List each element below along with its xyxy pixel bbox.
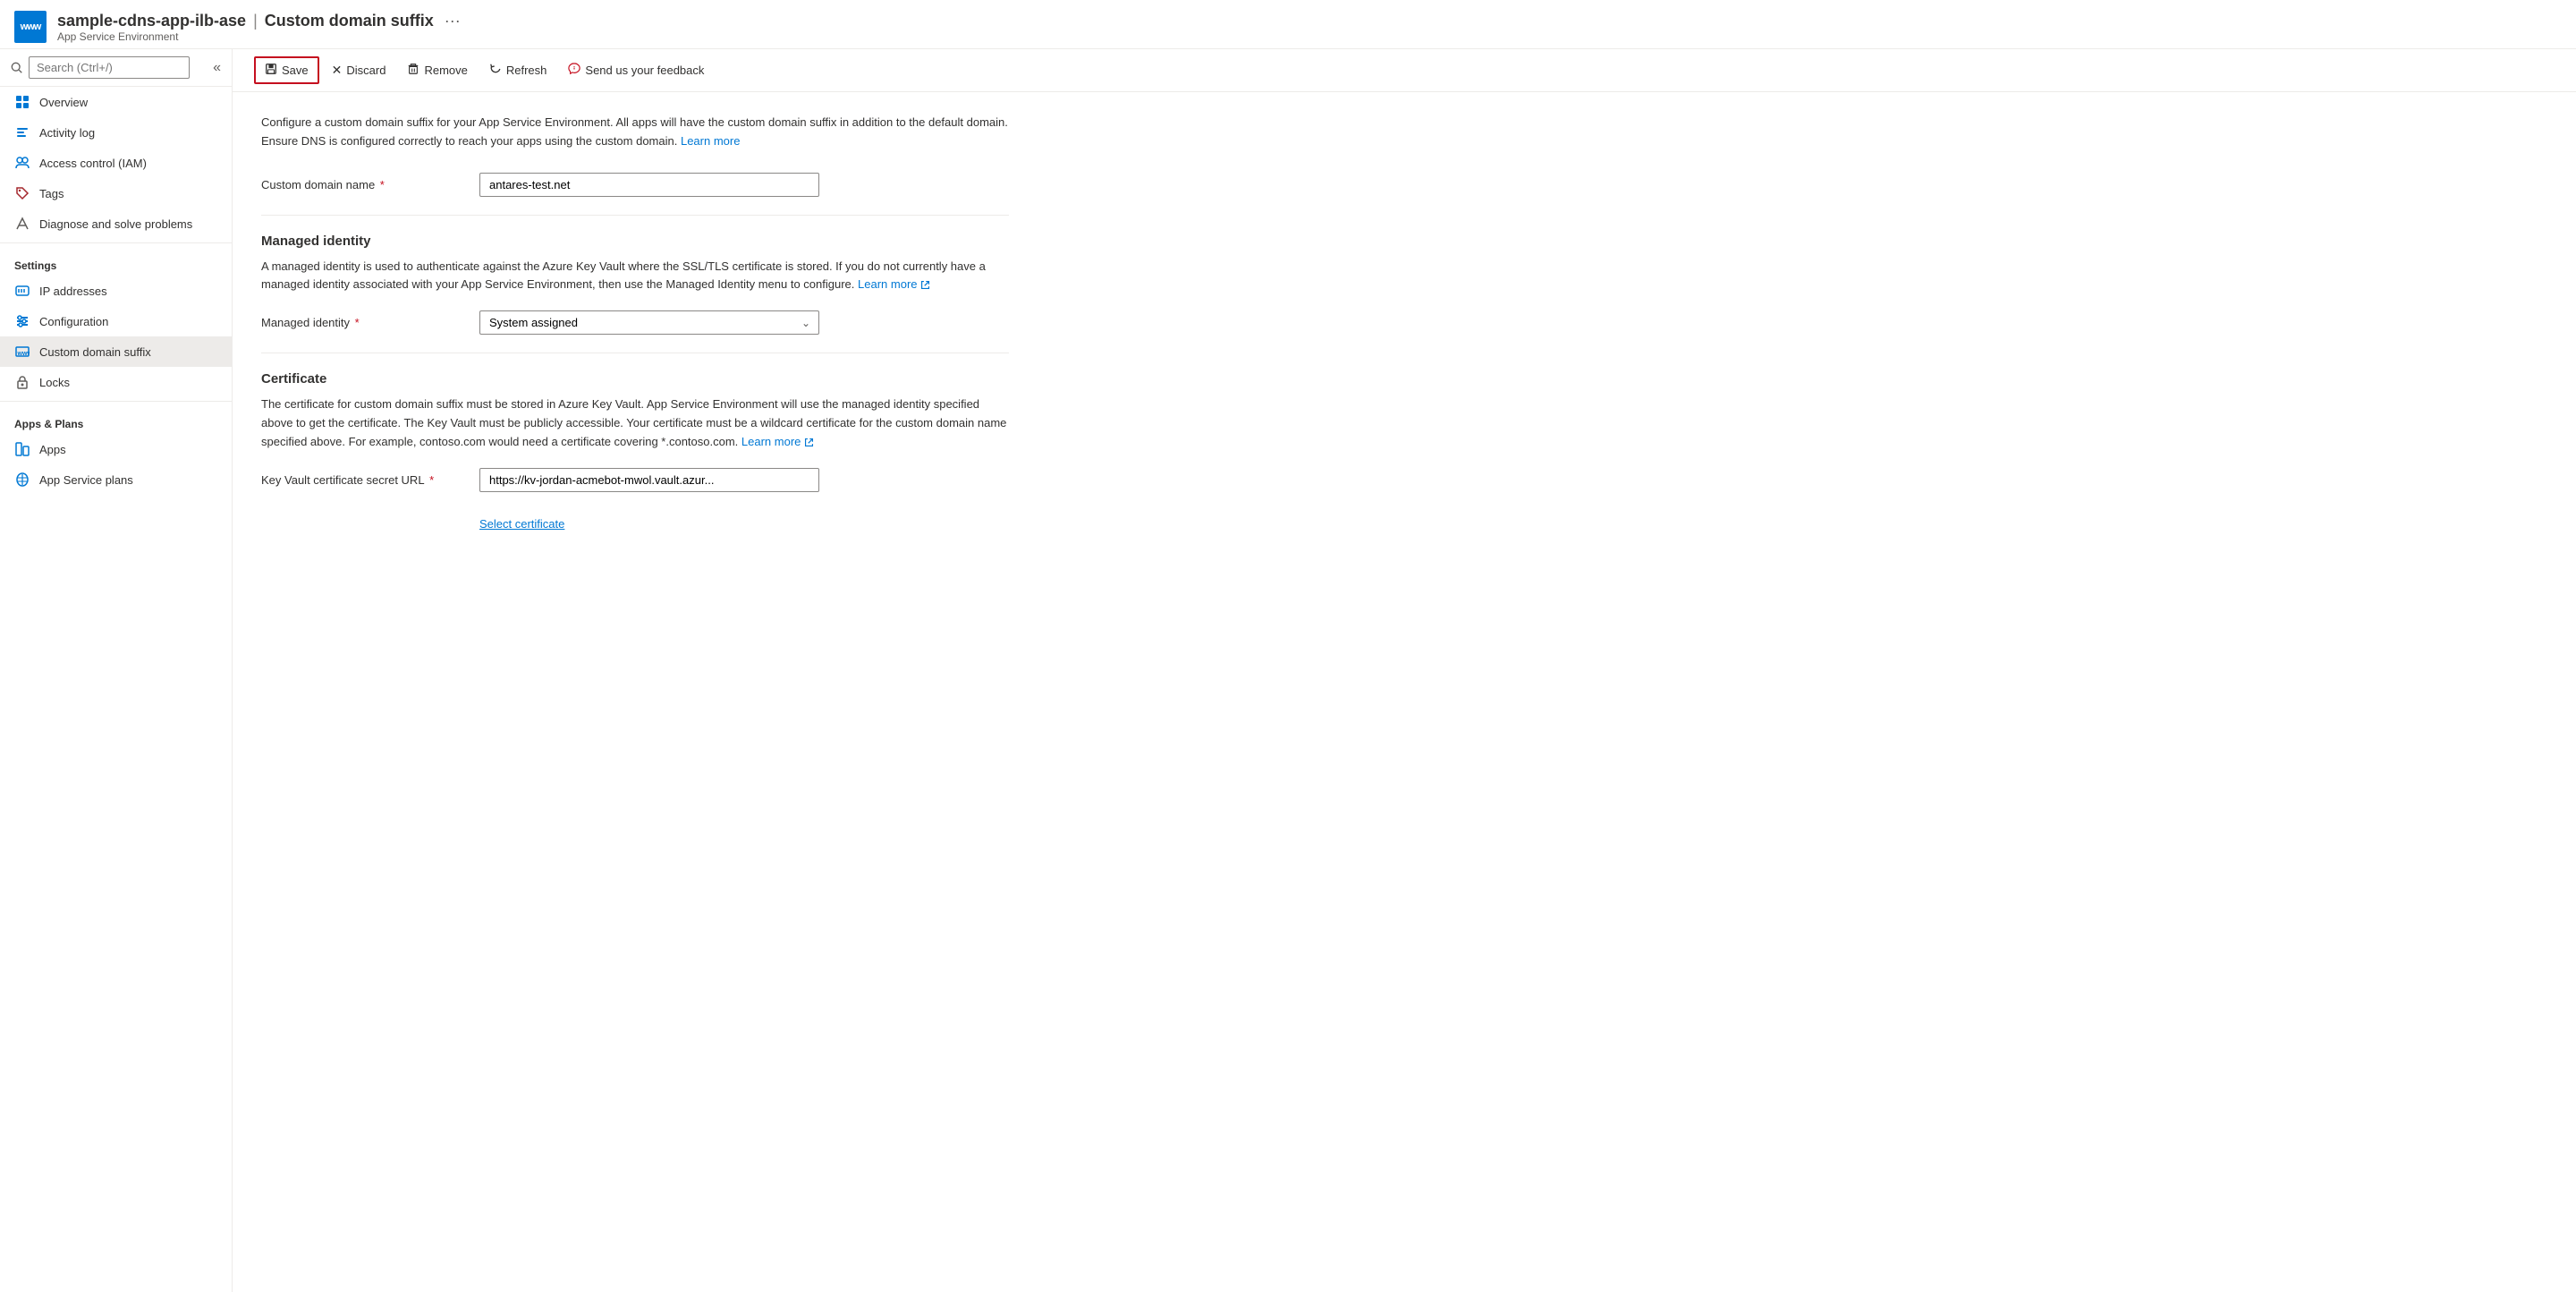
- managed-identity-select-wrapper: System assigned User assigned ⌄: [479, 310, 819, 335]
- key-vault-url-row: Key Vault certificate secret URL *: [261, 468, 1009, 492]
- access-control-icon: [14, 155, 30, 171]
- settings-divider: [0, 242, 232, 243]
- resource-name: sample-cdns-app-ilb-ase: [57, 12, 246, 30]
- sidebar-item-label: Overview: [39, 96, 88, 109]
- certificate-description: The certificate for custom domain suffix…: [261, 395, 1009, 451]
- custom-domain-name-label: Custom domain name *: [261, 178, 458, 191]
- sidebar-item-label: Access control (IAM): [39, 157, 147, 170]
- configuration-icon: [14, 313, 30, 329]
- sidebar-item-tags[interactable]: Tags: [0, 178, 232, 208]
- sidebar-item-activity-log[interactable]: Activity log: [0, 117, 232, 148]
- select-certificate-link[interactable]: Select certificate: [479, 517, 564, 531]
- search-box: «: [0, 49, 232, 87]
- sidebar-item-label: Tags: [39, 187, 64, 200]
- managed-identity-label: Managed identity *: [261, 316, 458, 329]
- section-divider-1: [261, 215, 1009, 216]
- custom-domain-icon: www: [14, 344, 30, 360]
- header-ellipsis[interactable]: ···: [445, 12, 461, 30]
- sidebar: « Overview Activity log Access control (…: [0, 49, 233, 1292]
- sidebar-item-apps[interactable]: Apps: [0, 434, 232, 464]
- sidebar-item-app-service-plans[interactable]: App Service plans: [0, 464, 232, 495]
- managed-identity-row: Managed identity * System assigned User …: [261, 310, 1009, 335]
- search-icon: [11, 62, 23, 74]
- remove-label: Remove: [424, 64, 467, 77]
- toolbar: Save ✕ Discard Remove Refresh: [233, 49, 2576, 92]
- sidebar-item-label: Activity log: [39, 126, 95, 140]
- feedback-button[interactable]: Send us your feedback: [559, 58, 713, 82]
- tags-icon: [14, 185, 30, 201]
- key-vault-url-label: Key Vault certificate secret URL *: [261, 473, 458, 487]
- header-subtitle: App Service Environment: [57, 30, 461, 43]
- sidebar-item-label: Custom domain suffix: [39, 345, 151, 359]
- apps-plans-divider: [0, 401, 232, 402]
- refresh-label: Refresh: [506, 64, 547, 77]
- locks-icon: [14, 374, 30, 390]
- refresh-icon: [489, 63, 502, 78]
- header-separator: |: [253, 12, 258, 30]
- managed-identity-description: A managed identity is used to authentica…: [261, 258, 1009, 295]
- apps-icon: [14, 441, 30, 457]
- sidebar-item-configuration[interactable]: Configuration: [0, 306, 232, 336]
- sidebar-item-locks[interactable]: Locks: [0, 367, 232, 397]
- certificate-section-title: Certificate: [261, 371, 1009, 387]
- sidebar-item-diagnose[interactable]: Diagnose and solve problems: [0, 208, 232, 239]
- feedback-icon: [568, 63, 580, 78]
- remove-button[interactable]: Remove: [398, 58, 476, 82]
- content-body: Configure a custom domain suffix for you…: [233, 92, 1038, 552]
- discard-label: Discard: [346, 64, 386, 77]
- sidebar-item-access-control[interactable]: Access control (IAM): [0, 148, 232, 178]
- feedback-label: Send us your feedback: [585, 64, 704, 77]
- discard-icon: ✕: [332, 63, 343, 78]
- discard-button[interactable]: ✕ Discard: [323, 58, 395, 82]
- custom-domain-name-row: Custom domain name *: [261, 173, 1009, 197]
- page-header: www sample-cdns-app-ilb-ase | Custom dom…: [0, 0, 2576, 49]
- sidebar-item-label: Locks: [39, 376, 70, 389]
- sidebar-item-custom-domain-suffix[interactable]: www Custom domain suffix: [0, 336, 232, 367]
- save-label: Save: [282, 64, 309, 77]
- search-input[interactable]: [29, 56, 190, 79]
- required-indicator: *: [427, 473, 435, 487]
- key-vault-url-input[interactable]: [479, 468, 819, 492]
- sidebar-item-label: Apps: [39, 443, 66, 456]
- svg-text:www: www: [17, 351, 30, 357]
- external-link-icon: [920, 280, 930, 290]
- sidebar-item-label: IP addresses: [39, 285, 107, 298]
- collapse-button[interactable]: «: [213, 60, 221, 76]
- custom-domain-name-input[interactable]: [479, 173, 819, 197]
- save-icon: [265, 63, 277, 78]
- external-link-icon-2: [804, 438, 814, 447]
- sidebar-item-label: App Service plans: [39, 473, 133, 487]
- required-indicator: *: [352, 316, 360, 329]
- sidebar-item-label: Diagnose and solve problems: [39, 217, 192, 231]
- resource-icon: www: [14, 11, 47, 43]
- managed-identity-learn-more-link[interactable]: Learn more: [858, 277, 930, 291]
- content-area: Save ✕ Discard Remove Refresh: [233, 49, 2576, 1292]
- activity-log-icon: [14, 124, 30, 140]
- managed-identity-select[interactable]: System assigned User assigned: [479, 310, 819, 335]
- diagnose-icon: [14, 216, 30, 232]
- page-title: Custom domain suffix: [265, 12, 434, 30]
- apps-plans-section-header: Apps & Plans: [0, 405, 232, 434]
- remove-icon: [407, 63, 419, 78]
- sidebar-item-ip-addresses[interactable]: IP addresses: [0, 276, 232, 306]
- save-button[interactable]: Save: [254, 56, 319, 84]
- app-service-plans-icon: [14, 472, 30, 488]
- refresh-button[interactable]: Refresh: [480, 58, 556, 82]
- sidebar-item-label: Configuration: [39, 315, 108, 328]
- overview-icon: [14, 94, 30, 110]
- learn-more-link[interactable]: Learn more: [681, 134, 740, 148]
- managed-identity-section-title: Managed identity: [261, 234, 1009, 249]
- certificate-learn-more-link[interactable]: Learn more: [741, 435, 814, 448]
- header-title-block: sample-cdns-app-ilb-ase | Custom domain …: [57, 12, 461, 43]
- ip-addresses-icon: [14, 283, 30, 299]
- settings-section-header: Settings: [0, 247, 232, 276]
- required-indicator: *: [377, 178, 385, 191]
- main-description: Configure a custom domain suffix for you…: [261, 114, 1009, 151]
- sidebar-item-overview[interactable]: Overview: [0, 87, 232, 117]
